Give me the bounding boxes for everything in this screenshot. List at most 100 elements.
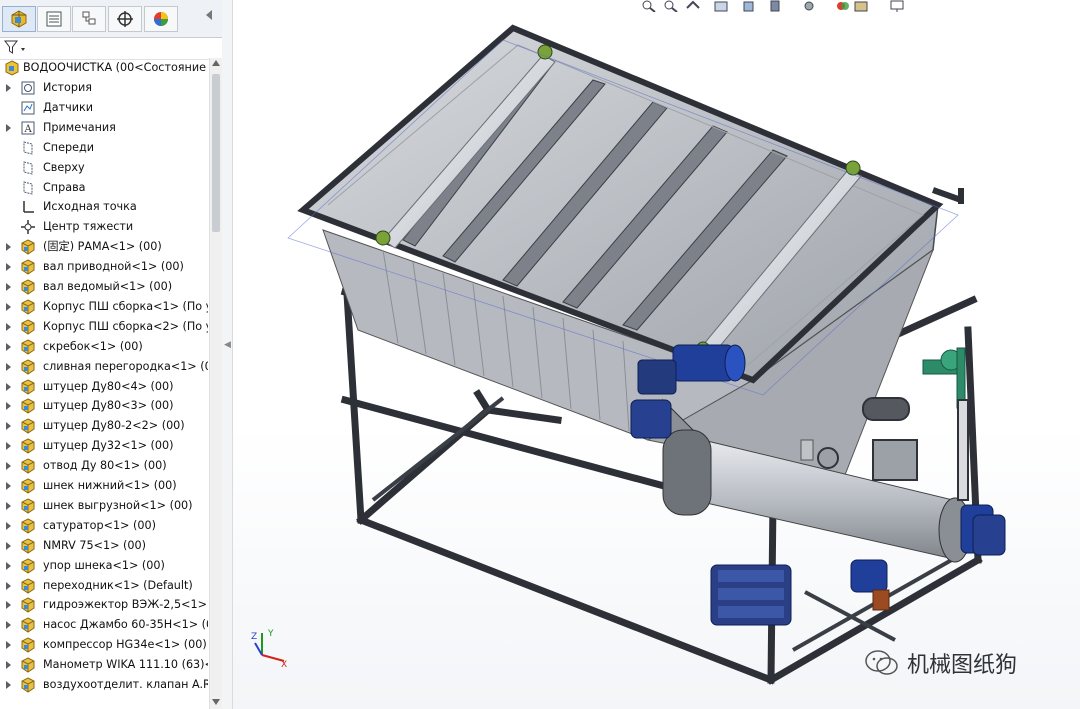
tree-item-label: вал ведомый<1> (00) — [43, 280, 173, 293]
expand-arrow-icon[interactable] — [6, 84, 11, 92]
configuration-manager-tab[interactable] — [72, 6, 106, 32]
tree-item[interactable]: штуцер Ду80<4> (00) — [0, 377, 208, 397]
graphics-viewport[interactable]: Y X Z 机械图纸狗 — [233, 0, 1080, 709]
tree-item-label: упор шнека<1> (00) — [43, 558, 165, 572]
triad-x-label: X — [281, 660, 287, 667]
tree-item[interactable]: штуцер Ду80-2<2> (00) — [0, 416, 208, 436]
tree-item-label: шнек выгрузной<1> (00) — [43, 498, 193, 512]
expand-arrow-icon[interactable] — [6, 482, 11, 490]
tabs-scroll-left-icon[interactable] — [206, 10, 212, 20]
tree-item[interactable]: насос Джамбо 60-35Н<1> (00 — [0, 615, 208, 635]
part-icon — [21, 339, 35, 355]
tree-item[interactable]: шнек нижний<1> (00) — [0, 476, 208, 496]
tree-item[interactable]: переходник<1> (Default) — [0, 576, 208, 596]
tree-item-label: штуцер Ду80<4> (00) — [43, 379, 174, 393]
expand-arrow-icon[interactable] — [6, 342, 11, 351]
tree-item[interactable]: Центр тяжести — [0, 217, 208, 237]
watermark: 机械图纸狗 — [865, 648, 1017, 678]
water-treatment-model[interactable] — [233, 0, 1080, 709]
expand-arrow-icon[interactable] — [6, 681, 11, 689]
splitter-grip-icon[interactable]: ◀ — [224, 340, 231, 354]
compressor — [710, 564, 792, 626]
tree-item[interactable]: Справа — [0, 178, 208, 198]
scroll-down-icon[interactable] — [212, 699, 220, 705]
tree-item[interactable]: Датчики — [0, 98, 208, 118]
part-icon — [21, 458, 35, 474]
expand-arrow-icon[interactable] — [6, 362, 11, 371]
feature-manager-tab[interactable] — [2, 6, 36, 32]
expand-arrow-icon[interactable] — [6, 561, 11, 570]
tree-item[interactable]: скребок<1> (00) — [0, 337, 208, 357]
tree-item[interactable]: Исходная точка — [0, 197, 208, 217]
expand-arrow-icon[interactable] — [6, 462, 11, 471]
tree-item[interactable]: Манометр WIKA 111.10 (63)<1 — [0, 655, 208, 675]
property-icon — [46, 11, 62, 27]
tree-item[interactable]: воздухоотделит. клапан A.R.I. — [0, 675, 208, 695]
tree-item[interactable]: сливная перегородка<1> (00 — [0, 357, 208, 377]
assembly-icon — [5, 60, 19, 76]
expand-arrow-icon[interactable] — [6, 521, 11, 530]
expand-arrow-icon[interactable] — [6, 501, 11, 510]
part-icon — [21, 617, 35, 633]
tree-item[interactable]: Сверху — [0, 158, 208, 178]
expand-arrow-icon[interactable] — [6, 243, 11, 252]
part-icon — [21, 637, 35, 653]
tree-item[interactable]: упор шнека<1> (00) — [0, 556, 208, 576]
tree-root[interactable]: ВОДООЧИСТКА (00<Состояние о — [0, 58, 208, 78]
expand-arrow-icon[interactable] — [6, 322, 11, 331]
tree-item-label: Манометр WIKA 111.10 (63)<1 — [43, 658, 208, 672]
expand-arrow-icon[interactable] — [6, 661, 11, 670]
tree-scrollbar[interactable] — [209, 58, 222, 709]
tree-item-label: сатуратор<1> (00) — [43, 518, 156, 532]
sensor-icon — [21, 101, 35, 115]
coordinate-triad: Y X Z — [251, 629, 287, 667]
expand-arrow-icon[interactable] — [6, 581, 11, 590]
expand-arrow-icon[interactable] — [6, 541, 11, 550]
expand-arrow-icon[interactable] — [6, 601, 11, 610]
tree-item[interactable]: вал приводной<1> (00) — [0, 257, 208, 277]
tree-item-label: штуцер Ду80-2<2> (00) — [43, 419, 185, 433]
tree-item[interactable]: гидроэжектор ВЭЖ-2,5<1> (00 — [0, 595, 208, 615]
tree-item[interactable]: сатуратор<1> (00) — [0, 516, 208, 536]
tree-item[interactable]: отвод Ду 80<1> (00) — [0, 456, 208, 476]
expand-arrow-icon[interactable] — [6, 621, 11, 630]
expand-arrow-icon[interactable] — [6, 302, 11, 311]
part-icon — [21, 577, 35, 594]
part-icon — [21, 438, 35, 454]
part-icon — [21, 657, 35, 673]
tree-item[interactable]: компрессор HG34e<1> (00) — [0, 635, 208, 655]
tree-item[interactable]: вал ведомый<1> (00) — [0, 277, 208, 297]
plane-icon — [23, 180, 33, 195]
panel-splitter[interactable]: ◀ — [222, 0, 233, 709]
expand-arrow-icon[interactable] — [6, 382, 11, 391]
tree-item[interactable]: Спереди — [0, 138, 208, 158]
expand-arrow-icon[interactable] — [6, 263, 11, 272]
tree-item[interactable]: История — [0, 78, 208, 98]
tree-item[interactable]: A Примечания — [0, 118, 208, 138]
dimxpert-tab[interactable] — [108, 6, 142, 32]
triad-y-label: Y — [267, 629, 274, 639]
expand-arrow-icon[interactable] — [6, 123, 11, 132]
tree-item[interactable]: (固定) РАМА<1> (00) — [0, 237, 208, 257]
expand-arrow-icon[interactable] — [6, 283, 11, 291]
tree-item[interactable]: NMRV 75<1> (00) — [0, 536, 208, 556]
expand-arrow-icon[interactable] — [6, 641, 11, 650]
expand-arrow-icon[interactable] — [6, 442, 11, 451]
scroll-up-icon[interactable] — [212, 60, 220, 66]
display-manager-tab[interactable] — [144, 6, 178, 32]
color-wheel-icon — [154, 12, 168, 26]
expand-arrow-icon[interactable] — [6, 422, 11, 431]
filter-icon[interactable] — [4, 39, 30, 55]
property-manager-tab[interactable] — [37, 6, 71, 32]
plane-icon — [23, 141, 33, 155]
configuration-icon — [82, 11, 96, 25]
tree-item[interactable]: Корпус ПШ сборка<1> (По ум — [0, 297, 208, 317]
origin-icon — [23, 201, 34, 214]
tree-item[interactable]: штуцер Ду32<1> (00) — [0, 436, 208, 456]
tree-item-label: отвод Ду 80<1> (00) — [43, 459, 167, 473]
expand-arrow-icon[interactable] — [6, 402, 11, 411]
tree-item[interactable]: штуцер Ду80<3> (00) — [0, 396, 208, 416]
scroll-thumb[interactable] — [212, 74, 220, 232]
tree-item[interactable]: шнек выгрузной<1> (00) — [0, 496, 208, 516]
tree-item[interactable]: Корпус ПШ сборка<2> (По ум — [0, 317, 208, 337]
